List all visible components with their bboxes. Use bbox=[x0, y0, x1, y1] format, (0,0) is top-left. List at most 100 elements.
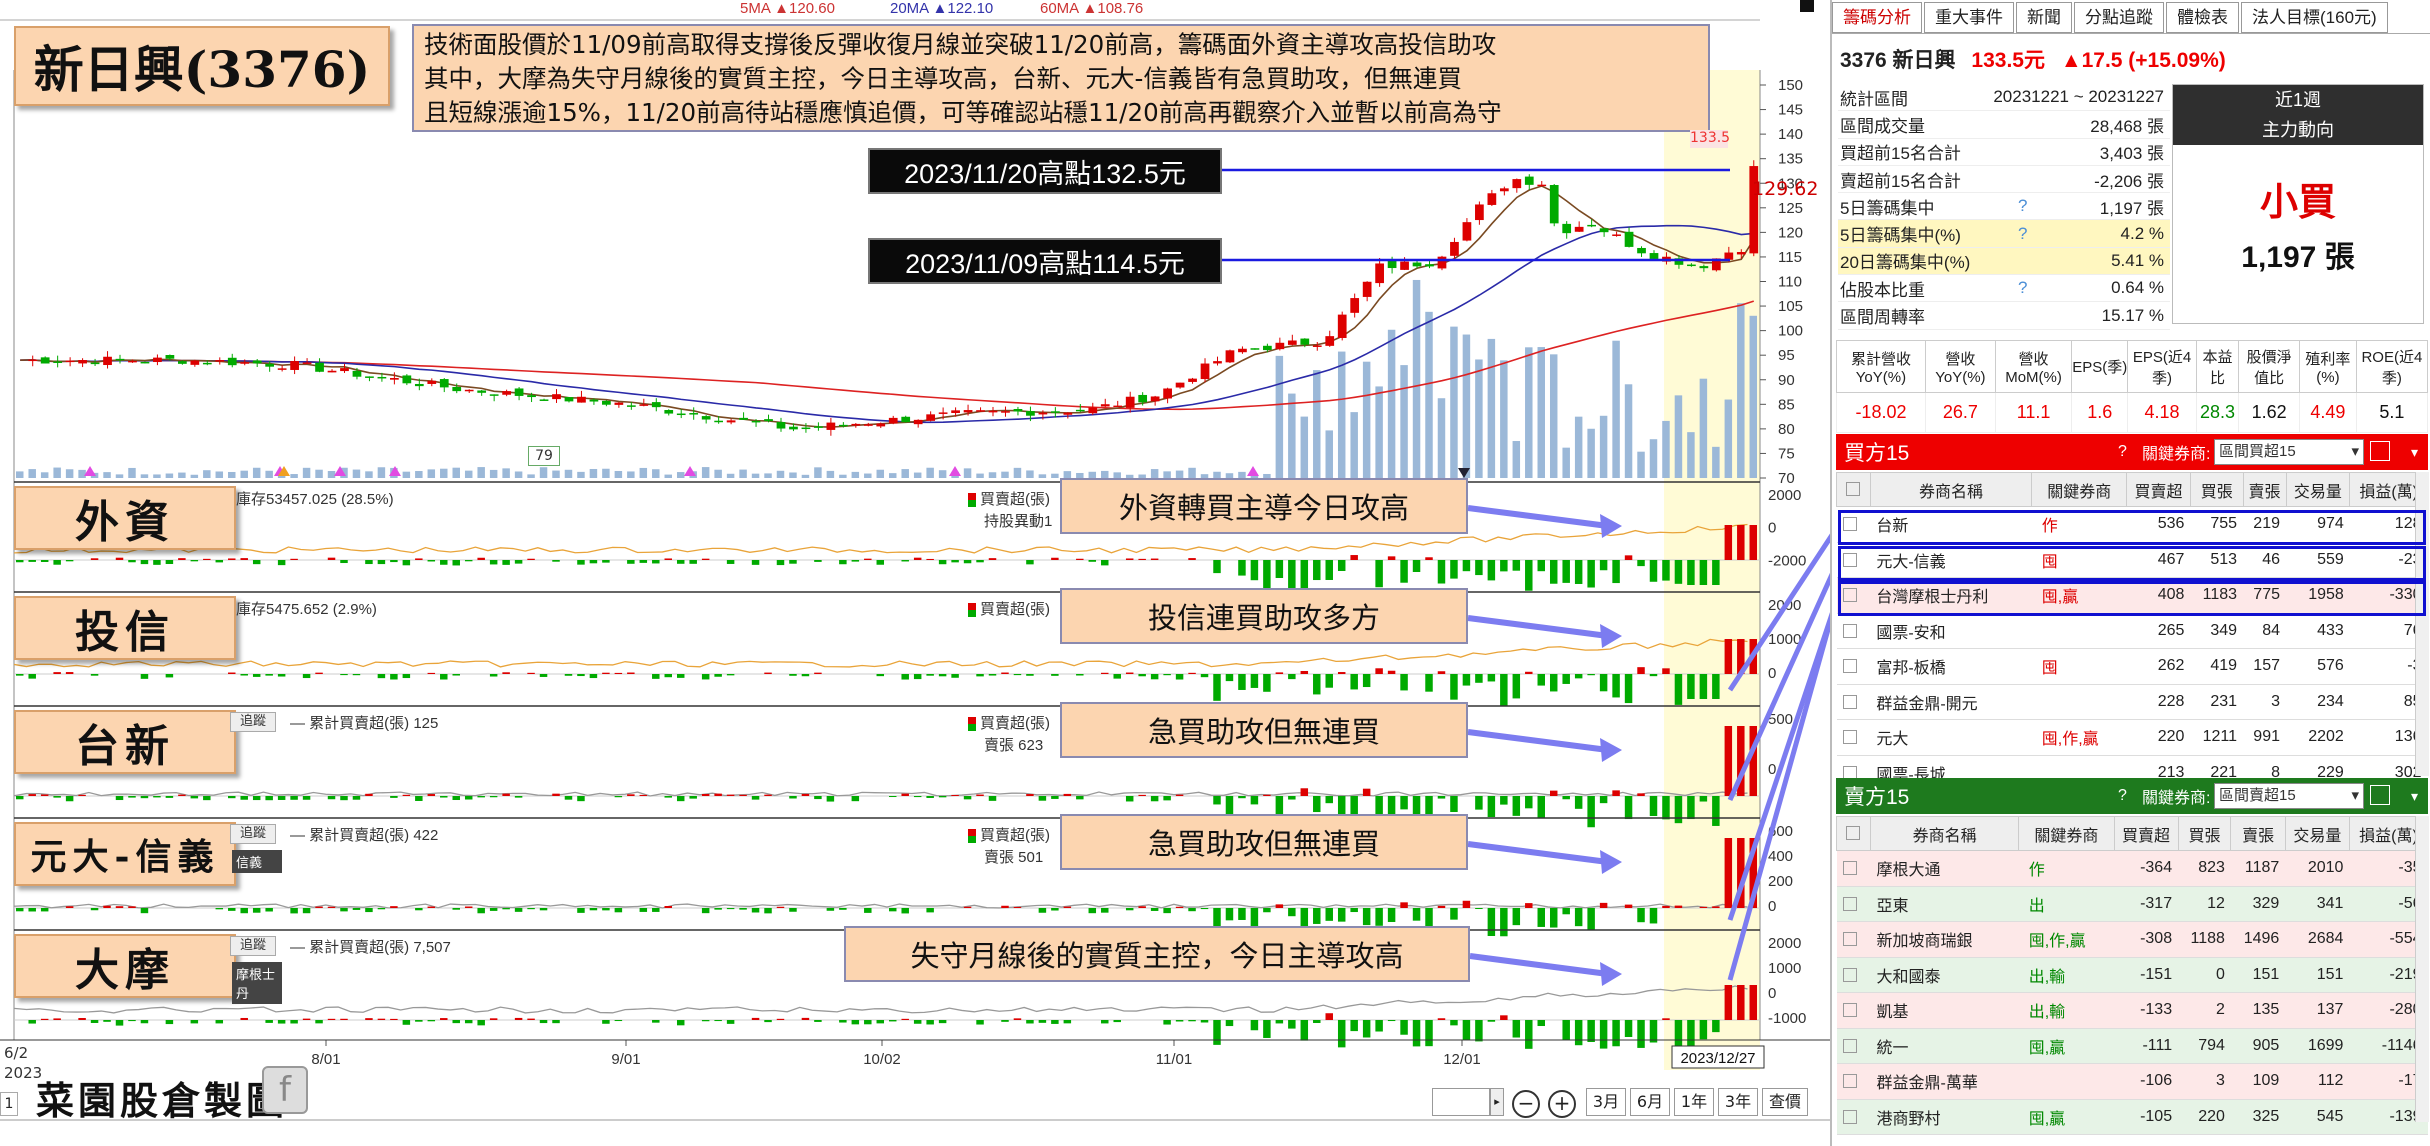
panel-legend-2: 持股異動1 bbox=[984, 513, 1053, 530]
flow-bar bbox=[1487, 560, 1496, 581]
column-header[interactable]: 關鍵券商 bbox=[2031, 472, 2128, 507]
flow-bar bbox=[627, 794, 635, 796]
volume-bar bbox=[963, 468, 972, 478]
chevron-down-icon: ▾ bbox=[2351, 787, 2359, 804]
broker-row[interactable]: 富邦-板橋囤262419157576-3 bbox=[1836, 648, 2428, 685]
broker-row[interactable]: 亞東出 -317 12 329 341 -56 bbox=[1836, 886, 2428, 922]
tab-major-events[interactable]: 重大事件 bbox=[1924, 2, 2014, 33]
candle-body bbox=[589, 399, 599, 402]
camera-icon[interactable] bbox=[1800, 0, 1814, 12]
tab-news[interactable]: 新聞 bbox=[2016, 2, 2072, 33]
fin-value: 1.62 bbox=[2238, 392, 2301, 433]
tab-health-check[interactable]: 體檢表 bbox=[2166, 2, 2239, 33]
broker-row[interactable]: 港商野村 囤,贏 -105 220 325 545 -139 bbox=[1836, 1099, 2428, 1135]
tab-chip-analysis[interactable]: 籌碼分析 bbox=[1832, 2, 1922, 33]
broker-cell: 576 bbox=[2286, 648, 2350, 685]
broker-row[interactable]: 新加坡商瑞銀 囤,作,贏 -308 1188 1496 2684 -554 bbox=[1836, 921, 2428, 958]
track-button[interactable]: 追蹤 bbox=[230, 824, 276, 844]
column-header[interactable]: 券商名稱 bbox=[1869, 816, 2020, 851]
flow-bar bbox=[1188, 908, 1196, 912]
column-header[interactable]: 買張 bbox=[2177, 816, 2232, 851]
broker-row[interactable]: 統一 囤,贏 -111 794 905 1699 -1146 bbox=[1836, 1028, 2428, 1064]
page-number[interactable]: 1 bbox=[0, 1092, 18, 1116]
tab-branch-tracking[interactable]: 分點追蹤 bbox=[2074, 2, 2164, 33]
chevron-right-icon[interactable]: ▸ bbox=[1490, 1088, 1504, 1116]
flow-bar bbox=[1487, 1020, 1496, 1022]
broker-row[interactable]: 國票-安和 265 349 84 433 76 bbox=[1836, 613, 2428, 649]
row-checkbox[interactable] bbox=[1842, 861, 1857, 876]
candle-body bbox=[40, 357, 50, 364]
grid-icon[interactable] bbox=[2370, 441, 2390, 461]
row-checkbox[interactable] bbox=[1842, 730, 1857, 745]
flow-bar bbox=[277, 796, 286, 800]
sell-scrollbar[interactable] bbox=[2415, 816, 2429, 1122]
column-header[interactable]: 交易量 bbox=[2284, 816, 2350, 851]
column-header[interactable] bbox=[1836, 472, 1871, 507]
flow-bar bbox=[228, 558, 236, 560]
flow-bar bbox=[1712, 906, 1720, 908]
flow-bar bbox=[726, 560, 735, 564]
row-checkbox[interactable] bbox=[1842, 623, 1857, 638]
column-header[interactable]: 買賣超 bbox=[2126, 472, 2191, 507]
column-header[interactable]: 買賣超 bbox=[2113, 816, 2179, 851]
broker-row[interactable]: 元大 囤,作,贏 220 1211 991 2202 136 bbox=[1836, 719, 2428, 756]
row-checkbox[interactable] bbox=[1842, 1074, 1857, 1089]
flow-bar bbox=[315, 906, 323, 908]
buy-range-select[interactable]: 區間買超15 ▾ bbox=[2214, 439, 2364, 465]
grid-icon[interactable] bbox=[2370, 785, 2390, 805]
range-1y-button[interactable]: 1年 bbox=[1674, 1088, 1714, 1116]
track-button[interactable]: 追蹤 bbox=[230, 712, 276, 732]
volume-bar bbox=[1001, 471, 1009, 478]
column-header[interactable]: 關鍵券商 bbox=[2018, 816, 2115, 851]
candle-body bbox=[1200, 363, 1210, 380]
price-axis-label: 120 bbox=[1778, 224, 1803, 241]
range-6m-button[interactable]: 6月 bbox=[1630, 1088, 1670, 1116]
broker-row[interactable]: 大和國泰 出,輸 -151 0 151 151 -219 bbox=[1836, 957, 2428, 993]
broker-row[interactable]: 群益金鼎-萬華 -106 3 109 112 -17 bbox=[1836, 1063, 2428, 1100]
broker-cell: 419 bbox=[2190, 648, 2244, 685]
sell-range-select[interactable]: 區間賣超15 ▾ bbox=[2214, 783, 2364, 809]
flow-bar bbox=[165, 674, 174, 678]
flow-bar bbox=[1325, 1013, 1333, 1020]
row-checkbox[interactable] bbox=[1842, 694, 1857, 709]
column-header[interactable]: 賣張 bbox=[2242, 472, 2287, 507]
broker-row[interactable]: 凱基 出,輸 -133 2 135 137 -280 bbox=[1836, 992, 2428, 1029]
row-checkbox[interactable] bbox=[1842, 1038, 1857, 1053]
help-icon[interactable]: ? bbox=[2118, 443, 2127, 461]
row-checkbox[interactable] bbox=[1842, 1003, 1857, 1018]
column-header[interactable] bbox=[1836, 816, 1871, 851]
column-header[interactable]: 交易量 bbox=[2285, 472, 2351, 507]
chevron-down-icon[interactable]: ▾ bbox=[2411, 444, 2418, 461]
row-checkbox[interactable] bbox=[1842, 659, 1857, 674]
tab-target-price[interactable]: 法人目標(160元) bbox=[2241, 2, 2388, 33]
range-3y-button[interactable]: 3年 bbox=[1718, 1088, 1758, 1116]
row-checkbox[interactable] bbox=[1842, 896, 1857, 911]
row-checkbox[interactable] bbox=[1842, 967, 1857, 982]
row-checkbox[interactable] bbox=[1842, 932, 1857, 947]
volume-bar bbox=[265, 470, 273, 478]
zoom-out-icon[interactable]: − bbox=[1512, 1090, 1540, 1118]
candle-body bbox=[202, 362, 212, 365]
volume-bar bbox=[1487, 338, 1496, 478]
flow-bar bbox=[676, 674, 685, 678]
chevron-down-icon[interactable]: ▾ bbox=[2411, 788, 2418, 805]
flow-bar bbox=[103, 905, 111, 908]
row-checkbox[interactable] bbox=[1842, 1109, 1857, 1124]
flow-bar bbox=[1462, 900, 1471, 908]
help-icon[interactable]: ? bbox=[2118, 787, 2127, 805]
query-price-button[interactable]: 查價 bbox=[1762, 1088, 1808, 1116]
flow-bar bbox=[527, 1018, 535, 1020]
column-header[interactable]: 賣張 bbox=[2230, 816, 2286, 851]
candle-body bbox=[1387, 260, 1397, 269]
chart-area[interactable]: 150 145 140 135 130 125 120 115 110 105 100 95 90 85 8… bbox=[0, 0, 1830, 1146]
range-3m-button[interactable]: 3月 bbox=[1586, 1088, 1626, 1116]
broker-row[interactable]: 群益金鼎-開元 228 231 3 234 85 bbox=[1836, 684, 2428, 720]
track-button[interactable]: 追蹤 bbox=[230, 936, 276, 956]
broker-row[interactable]: 摩根大通作 -364 823 1187 2010 -35 bbox=[1836, 850, 2428, 887]
scroll-box[interactable] bbox=[1432, 1088, 1490, 1116]
column-header[interactable]: 券商名稱 bbox=[1869, 472, 2033, 507]
column-header[interactable]: 買張 bbox=[2189, 472, 2244, 507]
flow-bar bbox=[1250, 1020, 1259, 1031]
zoom-in-icon[interactable]: + bbox=[1548, 1090, 1576, 1118]
panel-label: 外資 bbox=[14, 486, 236, 550]
